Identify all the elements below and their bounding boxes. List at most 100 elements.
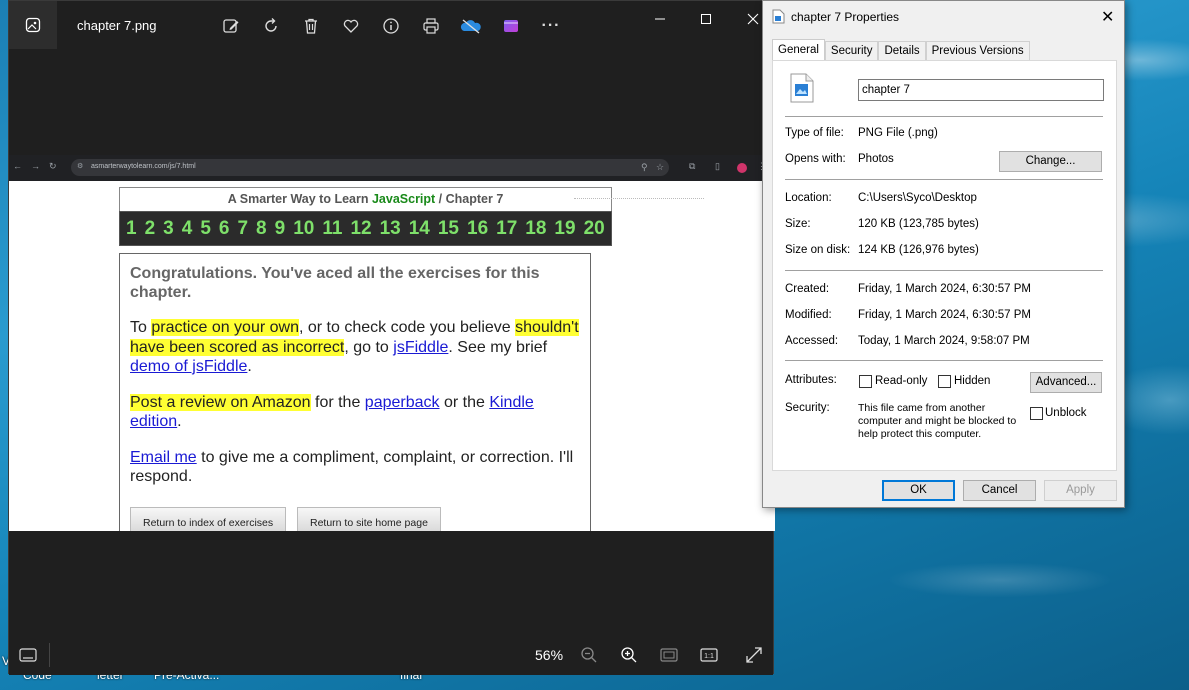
close-icon	[747, 13, 759, 25]
zoom-in-button[interactable]	[618, 645, 640, 665]
demo-jsfiddle-link: demo of jsFiddle	[130, 358, 248, 375]
rotate-button[interactable]	[259, 14, 283, 38]
expand-icon	[746, 647, 762, 663]
gallery-icon	[25, 17, 41, 33]
more-options-icon[interactable]: ···	[539, 14, 563, 38]
tab-previous-versions[interactable]: Previous Versions	[925, 41, 1030, 61]
security-text: This file came from another computer and…	[858, 402, 1017, 440]
paperback-link: paperback	[364, 393, 440, 411]
chapter-number: 12	[350, 217, 372, 239]
info-button[interactable]	[379, 14, 403, 38]
print-icon	[423, 18, 439, 34]
opens-with-label: Opens with:	[785, 153, 846, 165]
unblock-checkbox[interactable]	[1030, 407, 1043, 420]
photo-canvas[interactable]: ← → ↻ ⚙ asmarterwaytolearn.com/js/7.html…	[9, 155, 775, 531]
chapter-number: 13	[379, 217, 401, 239]
sidebar-icon: ▯	[715, 161, 720, 171]
email-paragraph: Email me to give me a compliment, compla…	[130, 448, 580, 487]
edit-button[interactable]	[219, 14, 243, 38]
file-name-input[interactable]: chapter 7	[858, 79, 1104, 101]
chapter-number: 7	[237, 217, 249, 239]
site-info-icon: ⚙	[77, 163, 84, 170]
fit-to-window-button[interactable]	[658, 645, 680, 665]
file-icon	[772, 9, 785, 24]
dotted-divider	[574, 198, 704, 199]
favorite-button[interactable]	[339, 14, 363, 38]
readonly-label: Read-only	[875, 375, 928, 387]
ok-button[interactable]: OK	[882, 480, 955, 501]
location-label: Location:	[785, 192, 832, 204]
type-label: Type of file:	[785, 127, 844, 139]
chapter-number: 20	[583, 217, 605, 239]
back-arrow-icon: ←	[13, 161, 22, 171]
chapter-number: 16	[467, 217, 489, 239]
minimize-button[interactable]	[648, 11, 672, 27]
filmstrip-button[interactable]	[17, 645, 39, 665]
size-label: Size:	[785, 218, 811, 230]
photos-titlebar: chapter 7.png ···	[9, 1, 773, 51]
screenshot-url: asmarterwaytolearn.com/js/7.html	[91, 163, 196, 170]
created-value: Friday, 1 March 2024, 6:30:57 PM	[858, 283, 1032, 295]
p3-text: to give me a compliment, complaint, or c…	[130, 448, 574, 486]
onedrive-button[interactable]	[459, 14, 483, 38]
fullscreen-button[interactable]	[743, 645, 765, 665]
accessed-value: Today, 1 March 2024, 9:58:07 PM	[858, 335, 1030, 347]
readonly-checkbox[interactable]	[859, 375, 872, 388]
chapter-number: 14	[408, 217, 430, 239]
page-header: A Smarter Way to Learn JavaScript / Chap…	[119, 187, 612, 211]
security-label: Security:	[785, 402, 830, 414]
change-button[interactable]: Change...	[999, 151, 1102, 172]
location-value: C:\Users\Syco\Desktop	[858, 192, 977, 204]
tab-security[interactable]: Security	[824, 41, 879, 61]
advanced-button[interactable]: Advanced...	[1030, 372, 1102, 393]
divider-1	[785, 116, 1103, 117]
general-panel: chapter 7 Type of file: PNG File (.png) …	[772, 60, 1117, 471]
extensions-icon: ⧉	[689, 161, 696, 171]
properties-dialog: chapter 7 Properties ✕ General Security …	[762, 0, 1125, 508]
svg-text:1:1: 1:1	[704, 653, 714, 660]
edit-icon	[223, 19, 239, 33]
review-paragraph: Post a review on Amazon for the paperbac…	[130, 393, 580, 432]
chapter-number: 17	[496, 217, 518, 239]
cancel-button[interactable]: Cancel	[963, 480, 1036, 501]
bottom-separator	[49, 643, 50, 667]
clipchamp-button[interactable]	[499, 14, 523, 38]
tab-general[interactable]: General	[772, 39, 825, 61]
header-javascript: JavaScript	[371, 192, 436, 206]
modified-label: Modified:	[785, 309, 832, 321]
chapter-number: 19	[554, 217, 576, 239]
profile-avatar-icon	[737, 163, 747, 173]
p1-text-a: To	[130, 319, 152, 336]
zoom-out-button[interactable]	[578, 645, 600, 665]
size-on-disk-value: 124 KB (126,976 bytes)	[858, 244, 979, 256]
header-prefix: A Smarter Way to Learn	[227, 192, 372, 206]
photos-gallery-button[interactable]	[9, 1, 57, 49]
chapter-number: 8	[256, 217, 267, 239]
p2-text-a: for the	[310, 393, 365, 411]
screenshot-url-bar: ⚙ asmarterwaytolearn.com/js/7.html ⚲ ☆	[71, 159, 669, 176]
apply-button[interactable]: Apply	[1044, 480, 1117, 501]
chapter-number-bar: 1 2 3 4 5 6 7 8 9 10 11 12 13 14 15 16 17 18 19 20	[119, 211, 612, 246]
chapter-number: 1	[126, 217, 137, 239]
hidden-checkbox[interactable]	[938, 375, 951, 388]
screenshot-browser-bar: ← → ↻ ⚙ asmarterwaytolearn.com/js/7.html…	[9, 155, 775, 181]
email-link: Email me	[130, 448, 197, 466]
p1-text-e: .	[247, 358, 252, 375]
fit-window-icon	[660, 648, 678, 662]
p2-text-b: or the	[439, 393, 490, 411]
p1-text-c: , go to	[344, 338, 394, 356]
congrats-heading: Congratulations. You've aced all the exe…	[130, 265, 540, 301]
actual-size-button[interactable]: 1:1	[698, 645, 720, 665]
opens-with-value: Photos	[858, 153, 894, 165]
tab-details[interactable]: Details	[878, 41, 926, 61]
chapter-number: 18	[525, 217, 547, 239]
print-button[interactable]	[419, 14, 443, 38]
delete-button[interactable]	[299, 14, 323, 38]
maximize-button[interactable]	[694, 11, 718, 27]
dialog-close-icon[interactable]: ✕	[1101, 7, 1114, 27]
photos-file-title: chapter 7.png	[77, 18, 157, 33]
p1-text-b: , or to check code you believe	[298, 319, 516, 336]
chapter-number: 5	[200, 217, 211, 239]
heart-icon	[343, 19, 359, 33]
chapter-number: 2	[144, 217, 156, 239]
